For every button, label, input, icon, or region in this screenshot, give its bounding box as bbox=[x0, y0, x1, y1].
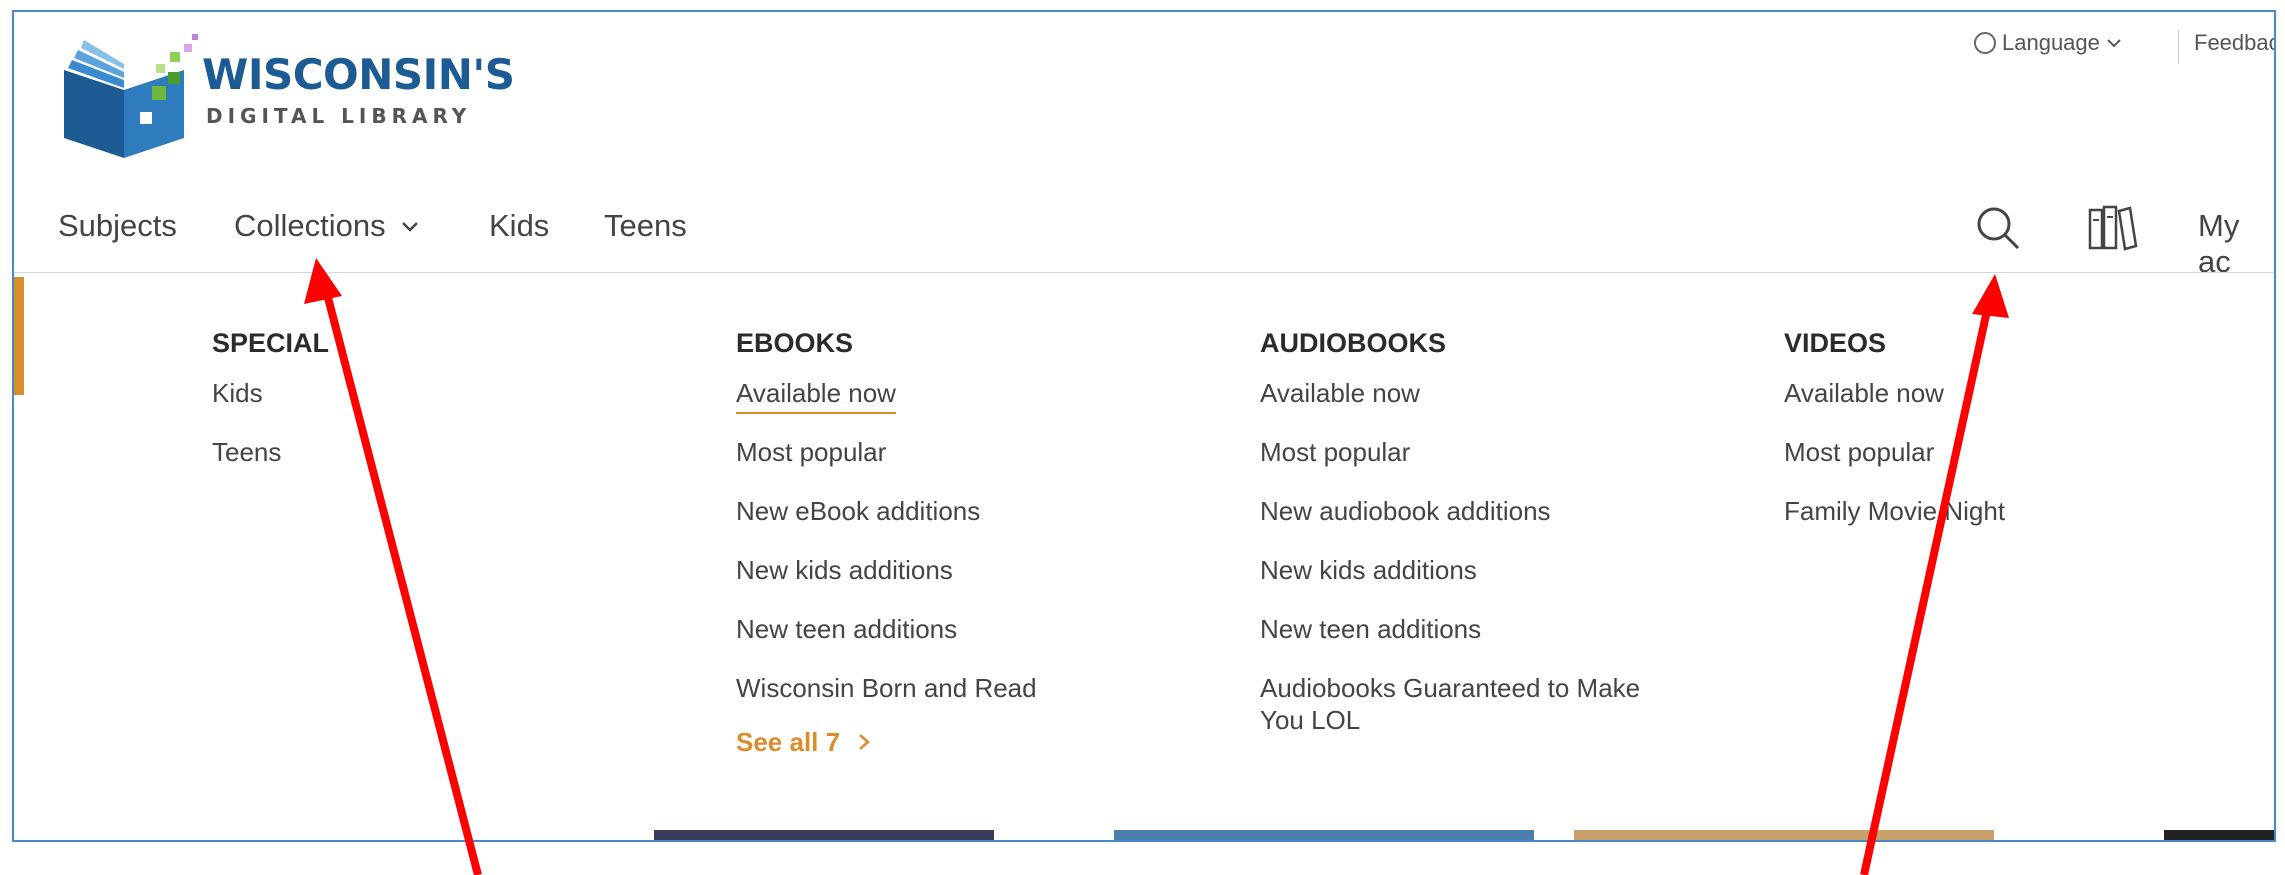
search-icon bbox=[1977, 207, 2020, 250]
brand-title: WISCONSIN'S bbox=[202, 50, 515, 99]
bookshelf-button[interactable] bbox=[2086, 202, 2138, 259]
column-heading: SPECIAL bbox=[212, 328, 330, 358]
nav-collections[interactable]: Collections bbox=[234, 208, 420, 244]
menu-link-videos-popular[interactable]: Most popular bbox=[1784, 436, 2005, 468]
nav-subjects[interactable]: Subjects bbox=[58, 208, 177, 244]
search-button[interactable] bbox=[1974, 204, 2022, 257]
menu-link-ebooks-new[interactable]: New eBook additions bbox=[736, 495, 1037, 527]
nav-teens-label: Teens bbox=[604, 208, 687, 243]
menu-link-videos-available[interactable]: Available now bbox=[1784, 377, 2005, 409]
site-logo[interactable] bbox=[54, 30, 204, 165]
language-label: Language bbox=[2002, 30, 2100, 55]
my-account-label: My ac bbox=[2198, 208, 2240, 279]
my-account-link[interactable]: My ac bbox=[2198, 208, 2274, 280]
scrollbar-accent bbox=[14, 277, 24, 395]
cover-thumbnail-strip bbox=[14, 830, 2274, 840]
menu-link-audio-kids[interactable]: New kids additions bbox=[1260, 554, 1680, 586]
brand-subtitle: DIGITAL LIBRARY bbox=[206, 104, 472, 128]
menu-column-videos: VIDEOS Available now Most popular Family… bbox=[1784, 328, 2005, 554]
menu-link-ebooks-kids[interactable]: New kids additions bbox=[736, 554, 1037, 586]
menu-link-ebooks-wisconsin[interactable]: Wisconsin Born and Read bbox=[736, 672, 1037, 704]
menu-link-audio-new[interactable]: New audiobook additions bbox=[1260, 495, 1680, 527]
chevron-down-icon bbox=[401, 222, 418, 232]
chevron-right-icon bbox=[859, 734, 871, 750]
menu-link-audio-popular[interactable]: Most popular bbox=[1260, 436, 1680, 468]
menu-column-special: SPECIAL Kids Teens bbox=[212, 328, 329, 495]
browser-viewport: WISCONSIN'S DIGITAL LIBRARY Language Fee… bbox=[12, 10, 2276, 842]
feedback-label: Feedbac bbox=[2194, 30, 2276, 55]
nav-collections-label: Collections bbox=[234, 208, 386, 243]
menu-link-audio-lol[interactable]: Audiobooks Guaranteed to Make You LOL bbox=[1260, 672, 1680, 736]
menu-link-ebooks-teens[interactable]: New teen additions bbox=[736, 613, 1037, 645]
column-heading: AUDIOBOOKS bbox=[1260, 328, 1447, 358]
utility-divider bbox=[2178, 30, 2179, 64]
chevron-down-icon bbox=[2107, 39, 2121, 48]
menu-link-videos-family[interactable]: Family Movie Night bbox=[1784, 495, 2005, 527]
menu-link-special-kids[interactable]: Kids bbox=[212, 377, 329, 409]
menu-link-special-teens[interactable]: Teens bbox=[212, 436, 329, 468]
menu-link-audio-teens[interactable]: New teen additions bbox=[1260, 613, 1680, 645]
nav-kids[interactable]: Kids bbox=[489, 208, 549, 244]
nav-subjects-label: Subjects bbox=[58, 208, 177, 243]
bookshelf-icon bbox=[2088, 205, 2138, 251]
menu-link-audio-available[interactable]: Available now bbox=[1260, 377, 1680, 409]
menu-column-audiobooks: AUDIOBOOKS Available now Most popular Ne… bbox=[1260, 328, 1680, 763]
globe-icon bbox=[1974, 32, 1996, 54]
menu-link-ebooks-available[interactable]: Available now bbox=[736, 377, 1037, 409]
book-logo-icon bbox=[64, 34, 198, 158]
nav-divider bbox=[14, 272, 2274, 273]
menu-link-ebooks-popular[interactable]: Most popular bbox=[736, 436, 1037, 468]
nav-kids-label: Kids bbox=[489, 208, 550, 243]
column-heading: VIDEOS bbox=[1784, 328, 1887, 358]
language-selector[interactable]: Language bbox=[1974, 30, 2122, 56]
see-all-link[interactable]: See all 7 bbox=[736, 727, 1037, 758]
menu-column-ebooks: EBOOKS Available now Most popular New eB… bbox=[736, 328, 1037, 758]
see-all-label: See all 7 bbox=[736, 727, 841, 757]
column-heading: EBOOKS bbox=[736, 328, 854, 358]
feedback-link[interactable]: Feedbac bbox=[2194, 30, 2276, 56]
nav-teens[interactable]: Teens bbox=[604, 208, 687, 244]
